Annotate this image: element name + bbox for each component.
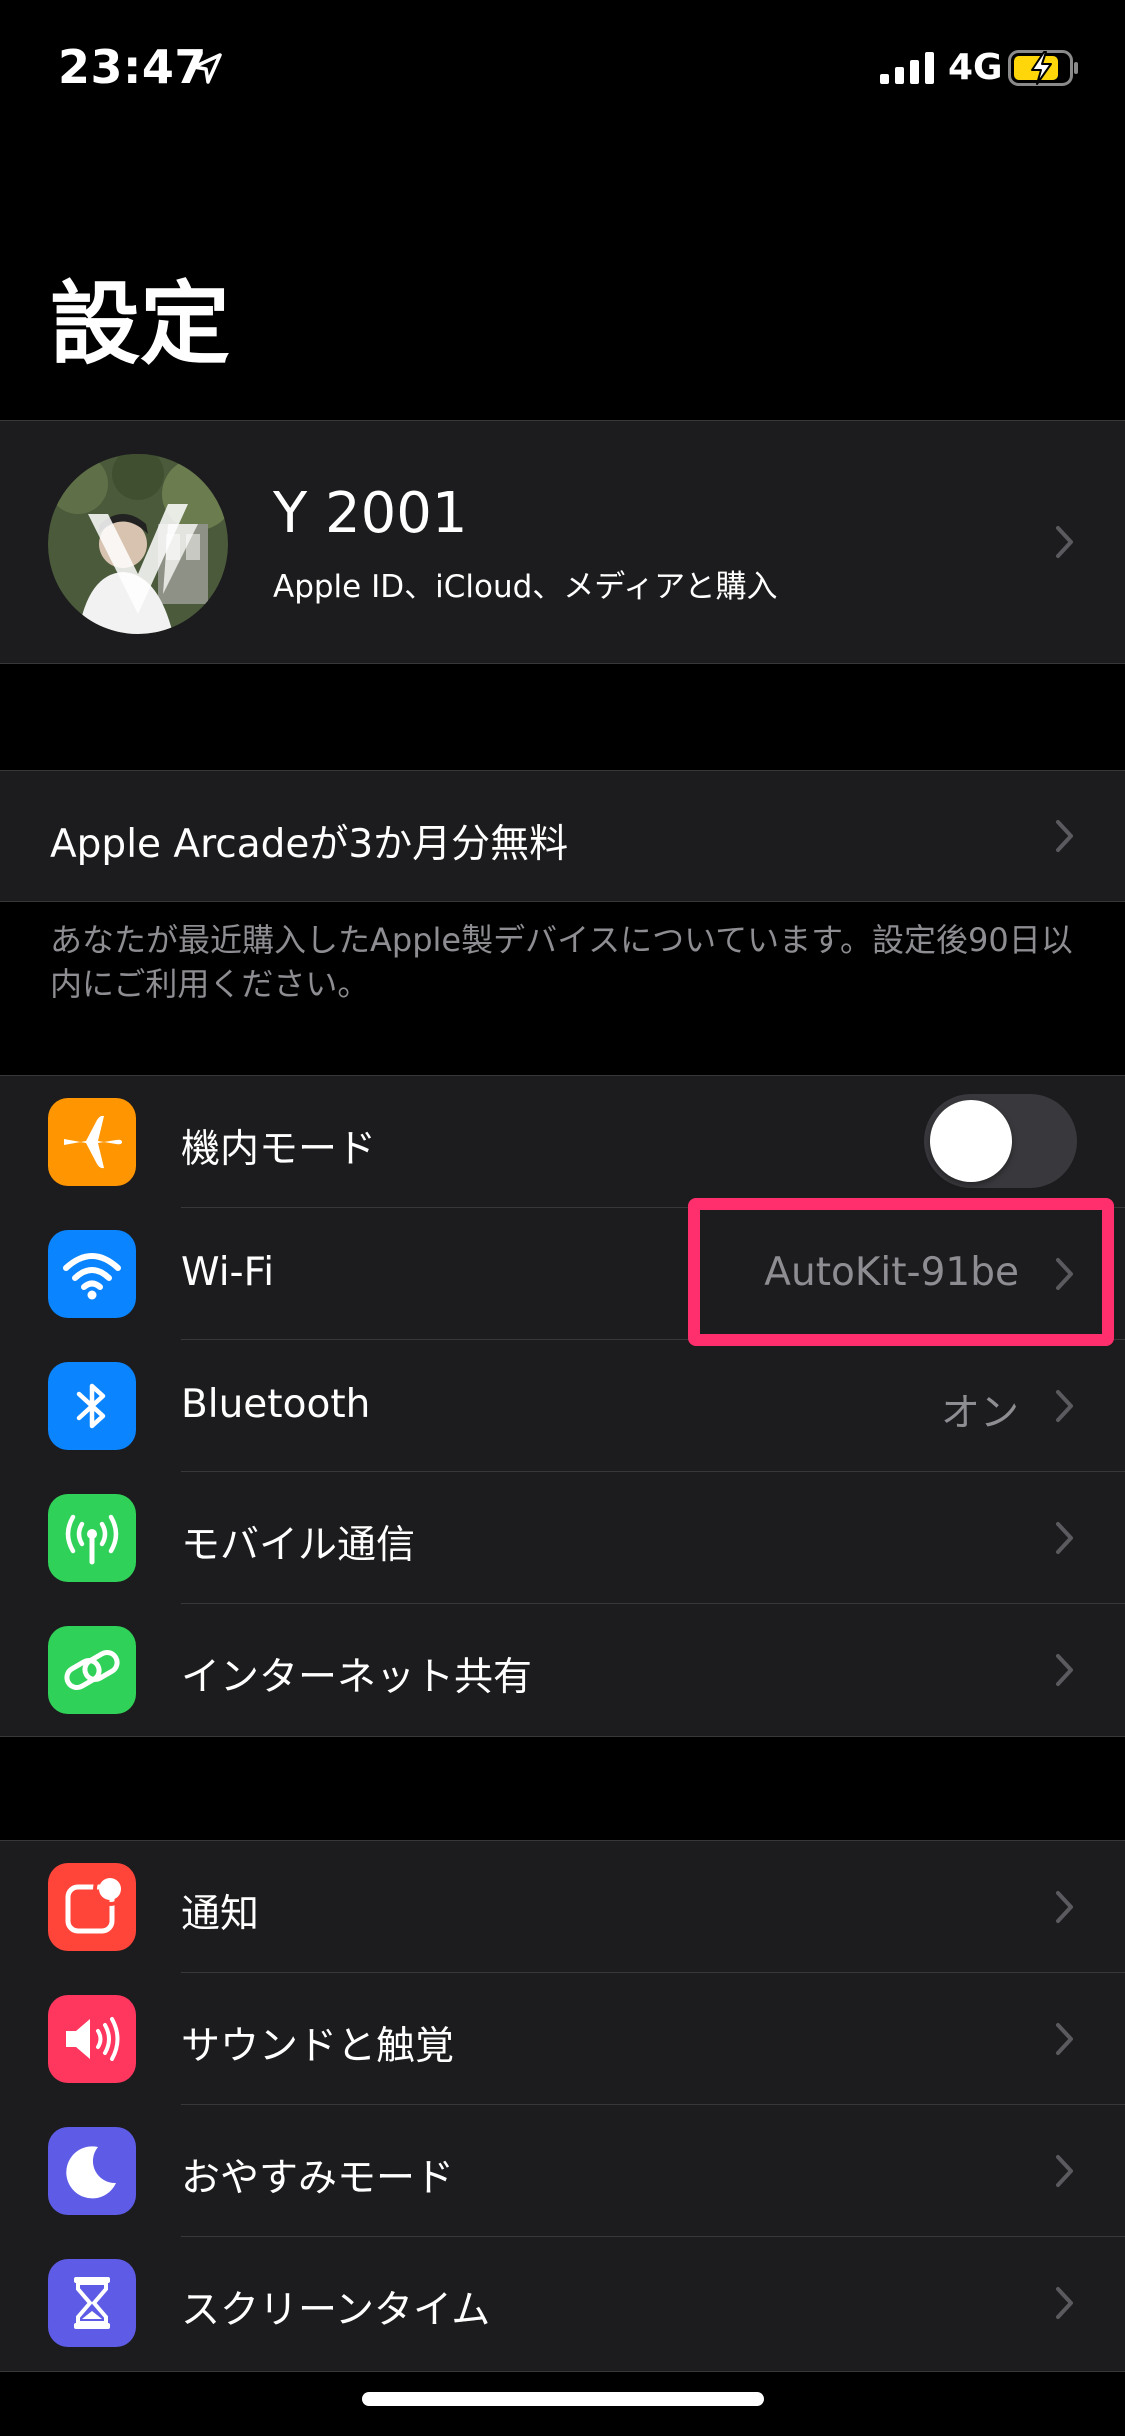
status-time: 23:47: [58, 40, 207, 94]
connectivity-group: 機内モード Wi-Fi AutoKit-91be Bluetooth オン モバ…: [0, 1075, 1125, 1737]
antenna-icon: [48, 1494, 136, 1582]
airplane-icon: [48, 1098, 136, 1186]
row-label: モバイル通信: [181, 1523, 416, 1568]
row-label: 通知: [181, 1892, 260, 1937]
chevron-right-icon: [1056, 526, 1073, 558]
battery-charging-icon: [1008, 50, 1078, 86]
hourglass-icon: [48, 2259, 136, 2347]
hotspot-icon: [48, 1626, 136, 1714]
settings-row-airplane-mode[interactable]: 機内モード: [0, 1076, 1125, 1208]
settings-row-screen-time[interactable]: スクリーンタイム: [0, 2237, 1125, 2369]
location-arrow-icon: [192, 53, 222, 84]
speaker-icon: [48, 1995, 136, 2083]
bluetooth-status: オン: [940, 1391, 1019, 1436]
chevron-right-icon: [1056, 1891, 1073, 1923]
arcade-footer-note: あなたが最近購入したApple製デバイスについています。設定後90日以内にご利用…: [50, 921, 1073, 1003]
airplane-mode-toggle[interactable]: [924, 1094, 1077, 1188]
wifi-icon: [48, 1230, 136, 1318]
profile-name: Y 2001: [273, 481, 468, 546]
chevron-right-icon: [1056, 1390, 1073, 1422]
row-label: サウンドと触覚: [181, 2024, 455, 2069]
profile-subtitle: Apple ID、iCloud、メディアと購入: [273, 569, 778, 605]
settings-row-sounds[interactable]: サウンドと触覚: [0, 1973, 1125, 2105]
network-type: 4G: [948, 47, 1003, 88]
row-label: スクリーンタイム: [181, 2288, 491, 2333]
settings-row-do-not-disturb[interactable]: おやすみモード: [0, 2105, 1125, 2237]
home-indicator[interactable]: [362, 2392, 764, 2406]
row-label: 機内モード: [181, 1127, 377, 1172]
avatar: [48, 454, 228, 634]
settings-row-bluetooth[interactable]: Bluetooth オン: [0, 1340, 1125, 1472]
row-label: Bluetooth: [181, 1382, 371, 1427]
bluetooth-icon: [48, 1362, 136, 1450]
row-label: Wi-Fi: [181, 1250, 275, 1295]
settings-row-personal-hotspot[interactable]: インターネット共有: [0, 1604, 1125, 1736]
row-label: インターネット共有: [181, 1655, 533, 1700]
chevron-right-icon: [1056, 1522, 1073, 1554]
chevron-right-icon: [1056, 2287, 1073, 2319]
page-title: 設定: [50, 272, 230, 377]
moon-icon: [48, 2127, 136, 2215]
chevron-right-icon: [1056, 1654, 1073, 1686]
settings-row-mobile-data[interactable]: モバイル通信: [0, 1472, 1125, 1604]
chevron-right-icon: [1056, 2155, 1073, 2187]
cellular-signal-icon: [880, 52, 934, 84]
toggle-knob: [930, 1100, 1012, 1182]
status-bar: 23:47 4G: [0, 0, 1125, 140]
wifi-highlight-annotation: [688, 1198, 1114, 1346]
settings-row-notifications[interactable]: 通知: [0, 1841, 1125, 1973]
chevron-right-icon: [1056, 2023, 1073, 2055]
system-group: 通知 サウンドと触覚 おやすみモード スクリーンタイム: [0, 1840, 1125, 2372]
arcade-label: Apple Arcadeが3か月分無料: [50, 822, 569, 867]
row-label: おやすみモード: [181, 2156, 455, 2201]
chevron-right-icon: [1056, 820, 1073, 852]
notifications-icon: [48, 1863, 136, 1951]
apple-arcade-row[interactable]: Apple Arcadeが3か月分無料: [0, 770, 1125, 902]
apple-id-row[interactable]: Y 2001 Apple ID、iCloud、メディアと購入: [0, 420, 1125, 664]
